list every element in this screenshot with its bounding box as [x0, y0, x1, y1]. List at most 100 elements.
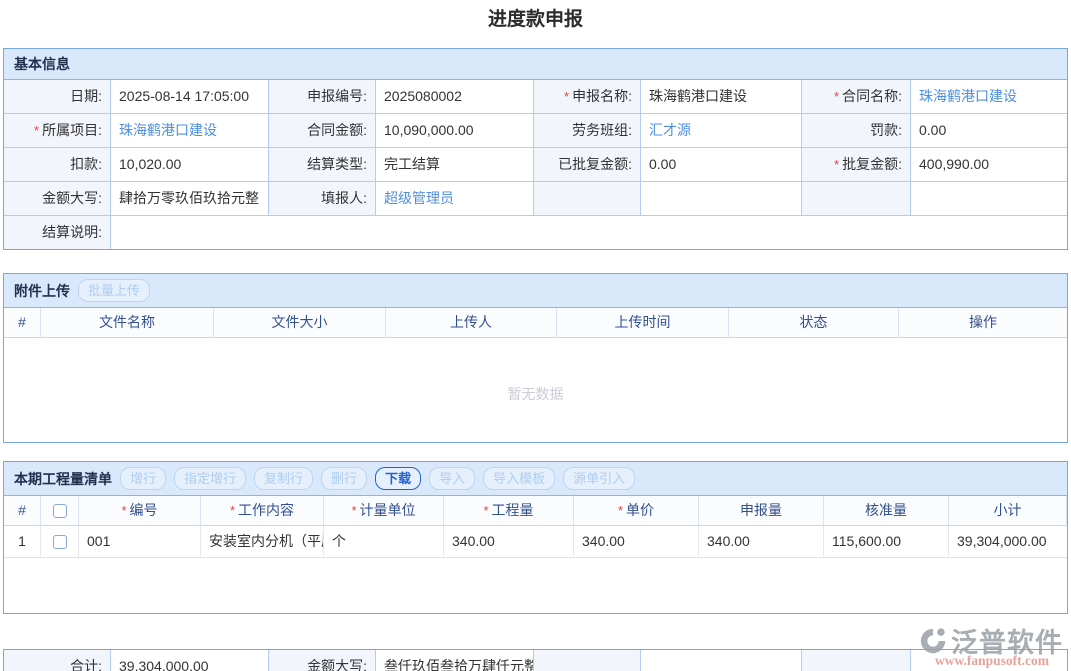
- amount-words-label: 金额大写:: [4, 182, 111, 216]
- deduction-value: 10,020.00: [111, 148, 269, 182]
- required-asterisk: *: [564, 89, 569, 104]
- download-button[interactable]: 下载: [375, 467, 421, 490]
- col-work-content: *工作内容: [201, 496, 324, 526]
- labor-team-link[interactable]: 汇才源: [649, 122, 691, 138]
- approved-done-label: 已批复金额:: [534, 148, 641, 182]
- decl-name-value: 珠海鹤港口建设: [641, 80, 802, 114]
- boq-empty-area: [4, 558, 1067, 613]
- basic-info-title: 基本信息: [14, 54, 70, 74]
- boq-header: 本期工程量清单 增行 指定增行 复制行 删行 下载 导入 导入模板 源单引入: [4, 462, 1067, 496]
- row-select-cell: [41, 526, 79, 558]
- approved-done-value: 0.00: [641, 148, 802, 182]
- settle-type-label: 结算类型:: [269, 148, 376, 182]
- source-import-button[interactable]: 源单引入: [563, 467, 635, 490]
- col-subtotal: 小计: [949, 496, 1067, 526]
- row-index: 1: [4, 526, 41, 558]
- labor-team-label: 劳务班组:: [534, 114, 641, 148]
- attachments-table-header: # 文件名称 文件大小 上传人 上传时间 状态 操作: [4, 308, 1067, 338]
- summary-words-value: 叁仟玖佰叁拾万肆仟元整: [376, 650, 534, 671]
- filler-link[interactable]: 超级管理员: [384, 190, 454, 206]
- row-checkbox[interactable]: [53, 535, 67, 549]
- amount-words-value: 肆拾万零玖佰玖拾元整: [111, 182, 269, 216]
- required-asterisk: *: [351, 503, 356, 518]
- col-file-size: 文件大小: [214, 308, 386, 338]
- decl-no-label: 申报编号:: [269, 80, 376, 114]
- row-no: 001: [79, 526, 201, 558]
- settle-note-value: [111, 216, 1067, 249]
- filler-value: 超级管理员: [376, 182, 534, 216]
- filler-label: 填报人:: [269, 182, 376, 216]
- empty-label-cell: [802, 650, 911, 671]
- attachments-empty-area: 暂无数据: [4, 338, 1067, 442]
- approved-amount-label: *批复金额:: [802, 148, 911, 182]
- empty-value-cell: [641, 182, 802, 216]
- col-quantity: *工程量: [444, 496, 574, 526]
- total-value: 39,304,000.00: [111, 650, 269, 671]
- boq-table: # *编号 *工作内容 *计量单位 *工程量 *单价 申报量 核准量 小计 1 …: [4, 496, 1067, 558]
- insert-row-button[interactable]: 指定增行: [174, 467, 246, 490]
- decl-no-value: 2025080002: [376, 80, 534, 114]
- batch-upload-button[interactable]: 批量上传: [78, 279, 150, 302]
- row-unit-price: 340.00: [574, 526, 699, 558]
- copy-row-button[interactable]: 复制行: [254, 467, 313, 490]
- required-asterisk: *: [834, 89, 839, 104]
- required-asterisk: *: [121, 503, 126, 518]
- basic-info-header: 基本信息: [4, 49, 1067, 80]
- contract-name-link[interactable]: 珠海鹤港口建设: [919, 88, 1017, 104]
- row-quantity: 340.00: [444, 526, 574, 558]
- contract-amount-label: 合同金额:: [269, 114, 376, 148]
- contract-amount-value: 10,090,000.00: [376, 114, 534, 148]
- col-uploader: 上传人: [386, 308, 557, 338]
- empty-value-cell: [641, 650, 802, 671]
- import-button[interactable]: 导入: [429, 467, 475, 490]
- attachments-header: 附件上传 批量上传: [4, 274, 1067, 308]
- approved-amount-value: 400,990.00: [911, 148, 1067, 182]
- empty-label-cell: [802, 182, 911, 216]
- settle-note-label: 结算说明:: [4, 216, 111, 249]
- add-row-button[interactable]: 增行: [120, 467, 166, 490]
- col-actions: 操作: [899, 308, 1067, 338]
- row-declared-qty: 340.00: [699, 526, 824, 558]
- summary-words-label: 金额大写:: [269, 650, 376, 671]
- boq-panel: 本期工程量清单 增行 指定增行 复制行 删行 下载 导入 导入模板 源单引入 #…: [3, 461, 1068, 614]
- date-value: 2025-08-14 17:05:00: [111, 80, 269, 114]
- empty-value-cell: [911, 182, 1067, 216]
- decl-name-label: *申报名称:: [534, 80, 641, 114]
- col-unit: *计量单位: [324, 496, 444, 526]
- col-approved-qty: 核准量: [824, 496, 949, 526]
- required-asterisk: *: [34, 123, 39, 138]
- required-asterisk: *: [834, 157, 839, 172]
- project-link[interactable]: 珠海鹤港口建设: [119, 122, 217, 138]
- date-label: 日期:: [4, 80, 111, 114]
- col-index: #: [4, 496, 41, 526]
- boq-title: 本期工程量清单: [14, 469, 112, 489]
- penalty-value: 0.00: [911, 114, 1067, 148]
- project-value: 珠海鹤港口建设: [111, 114, 269, 148]
- project-label: *所属项目:: [4, 114, 111, 148]
- row-work-content: 安装室内分机（平层.: [201, 526, 324, 558]
- basic-info-panel: 基本信息 日期: 2025-08-14 17:05:00 申报编号: 20250…: [3, 48, 1068, 250]
- basic-info-grid: 日期: 2025-08-14 17:05:00 申报编号: 2025080002…: [4, 80, 1067, 249]
- attachments-panel: 附件上传 批量上传 # 文件名称 文件大小 上传人 上传时间 状态 操作 暂无数…: [3, 273, 1068, 443]
- row-approved-qty: 115,600.00: [824, 526, 949, 558]
- col-select-all: [41, 496, 79, 526]
- settle-type-value: 完工结算: [376, 148, 534, 182]
- delete-row-button[interactable]: 删行: [321, 467, 367, 490]
- col-index: #: [4, 308, 41, 338]
- required-asterisk: *: [230, 503, 235, 518]
- required-asterisk: *: [618, 503, 623, 518]
- total-label: 合计:: [4, 650, 111, 671]
- empty-label-cell: [534, 182, 641, 216]
- empty-value-cell: [911, 650, 1067, 671]
- contract-name-value: 珠海鹤港口建设: [911, 80, 1067, 114]
- col-status: 状态: [729, 308, 899, 338]
- col-no: *编号: [79, 496, 201, 526]
- contract-name-label: *合同名称:: [802, 80, 911, 114]
- import-template-button[interactable]: 导入模板: [483, 467, 555, 490]
- empty-label-cell: [534, 650, 641, 671]
- no-data-text: 暂无数据: [508, 384, 564, 404]
- select-all-checkbox[interactable]: [53, 504, 67, 518]
- col-declared-qty: 申报量: [699, 496, 824, 526]
- col-file-name: 文件名称: [41, 308, 214, 338]
- attachments-title: 附件上传: [14, 281, 70, 301]
